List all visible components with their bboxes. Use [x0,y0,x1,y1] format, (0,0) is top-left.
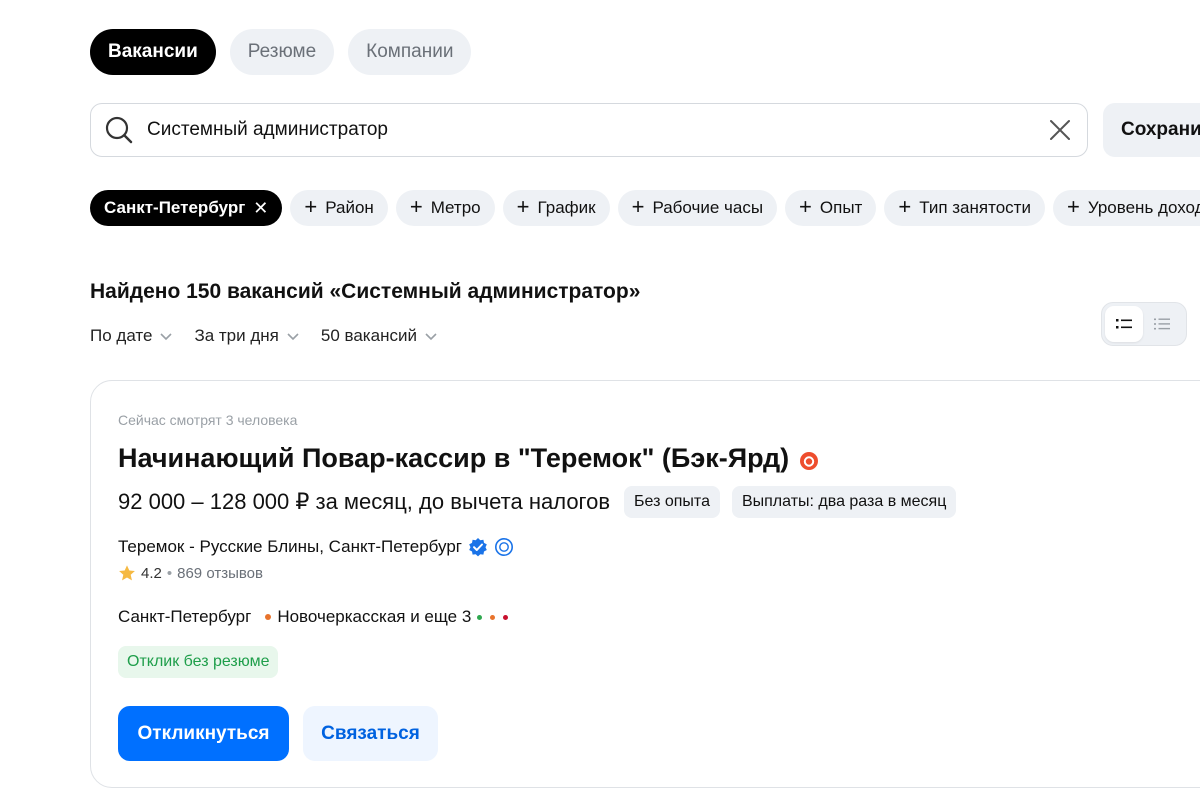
compact-list-icon [1154,318,1170,330]
chip-schedule[interactable]: + График [502,190,610,226]
chevron-down-icon [287,333,299,341]
search-input[interactable] [147,119,1049,141]
plus-icon: + [799,194,812,219]
plus-icon: + [516,194,530,219]
hot-vacancy-icon [800,451,819,470]
page: Вакансии Резюме Компании Сохранить Санкт… [0,0,1200,798]
chip-income-level[interactable]: + Уровень дохода [1052,190,1200,226]
chip-label: Район [325,198,374,217]
chip-label: Тип занятости [919,198,1031,217]
chip-label: График [537,198,596,217]
watching-now-text: Сейчас смотрят 3 человека [118,412,298,428]
metro-line-dot [265,614,272,620]
chip-experience[interactable]: + Опыт [785,190,877,226]
list-icon [1116,319,1132,329]
chevron-down-icon [160,333,173,341]
employer-award-icon [495,538,514,556]
chip-city[interactable]: Санкт-Петербург ✕ [90,190,283,226]
vacancy-title: Начинающий Повар-кассир в "Теремок" (Бэк… [118,443,790,473]
chip-label: Опыт [819,198,863,217]
plus-icon: + [304,194,318,219]
section-tabs: Вакансии Резюме Компании [90,29,472,75]
dropdown-label: По дате [90,326,153,345]
chevron-down-icon [425,333,437,341]
view-mode-toggle [1101,302,1187,346]
sort-controls: По дате За три дня 50 вакансий [90,326,437,346]
page-size-dropdown[interactable]: 50 вакансий [321,326,437,346]
plus-icon: + [898,194,912,219]
plus-icon: + [1066,194,1080,219]
separator-dot: • [166,564,173,582]
results-count-title: Найдено 150 вакансий «Системный админист… [90,280,641,303]
chip-work-hours[interactable]: + Рабочие часы [617,190,778,226]
vacancy-title-link[interactable]: Начинающий Повар-кассир в "Теремок" (Бэк… [118,443,819,474]
company-name-link[interactable]: Теремок - Русские Блины, Санкт-Петербург [118,537,462,557]
chip-employment-type[interactable]: + Тип занятости [884,190,1045,226]
chip-city-label: Санкт-Петербург [104,198,246,217]
metro-line-dot [477,614,483,620]
company-rating: 4.2 • 869 отзывов [118,564,263,582]
save-search-button[interactable]: Сохранить [1103,103,1200,157]
no-resume-badge: Отклик без резюме [118,646,279,678]
period-dropdown[interactable]: За три дня [194,326,299,346]
rating-value: 4.2 [141,564,162,582]
chip-label: Рабочие часы [652,198,764,217]
tab-companies[interactable]: Компании [348,29,472,75]
chip-label: Метро [430,198,481,217]
star-icon [119,565,135,581]
vacancy-location: Санкт-Петербург Новочеркасская и еще 3 [118,607,509,627]
chip-metro[interactable]: + Метро [395,190,495,226]
experience-tag: Без опыта [624,486,720,518]
contact-button[interactable]: Связаться [303,706,438,761]
location-city: Санкт-Петербург [118,607,252,626]
search-icon [105,116,133,144]
clear-search-icon[interactable] [1049,119,1071,141]
plus-icon: + [631,194,645,219]
filter-chips: Санкт-Петербург ✕ + Район + Метро + График … [90,190,1200,226]
metro-station: Новочеркасская и еще 3 [277,607,472,626]
search-bar [90,103,1088,157]
vacancy-card[interactable]: Сейчас смотрят 3 человека Начинающий Пов… [90,380,1200,788]
salary-row: 92 000 – 128 000 ₽ за месяц, до вычета н… [118,486,957,518]
remove-chip-icon[interactable]: ✕ [253,198,268,219]
metro-lines [477,614,509,620]
payment-frequency-tag: Выплаты: два раза в месяц [731,486,957,518]
company-info: Теремок - Русские Блины, Санкт-Петербург [118,537,514,557]
reviews-count[interactable]: 869 отзывов [177,565,263,582]
metro-line-dot [490,614,496,620]
tab-resumes[interactable]: Резюме [229,29,335,75]
tab-vacancies[interactable]: Вакансии [90,29,216,75]
sort-by-date-dropdown[interactable]: По дате [90,326,173,346]
salary-text: 92 000 – 128 000 ₽ за месяц, до вычета н… [118,489,611,514]
detailed-list-view-button[interactable] [1105,306,1143,342]
dropdown-label: За три дня [194,326,279,345]
chip-district[interactable]: + Район [290,190,388,226]
compact-list-view-button[interactable] [1143,306,1181,342]
dropdown-label: 50 вакансий [320,326,417,345]
plus-icon: + [409,194,423,219]
chip-label: Уровень дохода [1087,198,1200,217]
verified-badge-icon [469,538,487,557]
metro-line-dot [503,614,509,620]
apply-button[interactable]: Откликнуться [118,706,289,761]
